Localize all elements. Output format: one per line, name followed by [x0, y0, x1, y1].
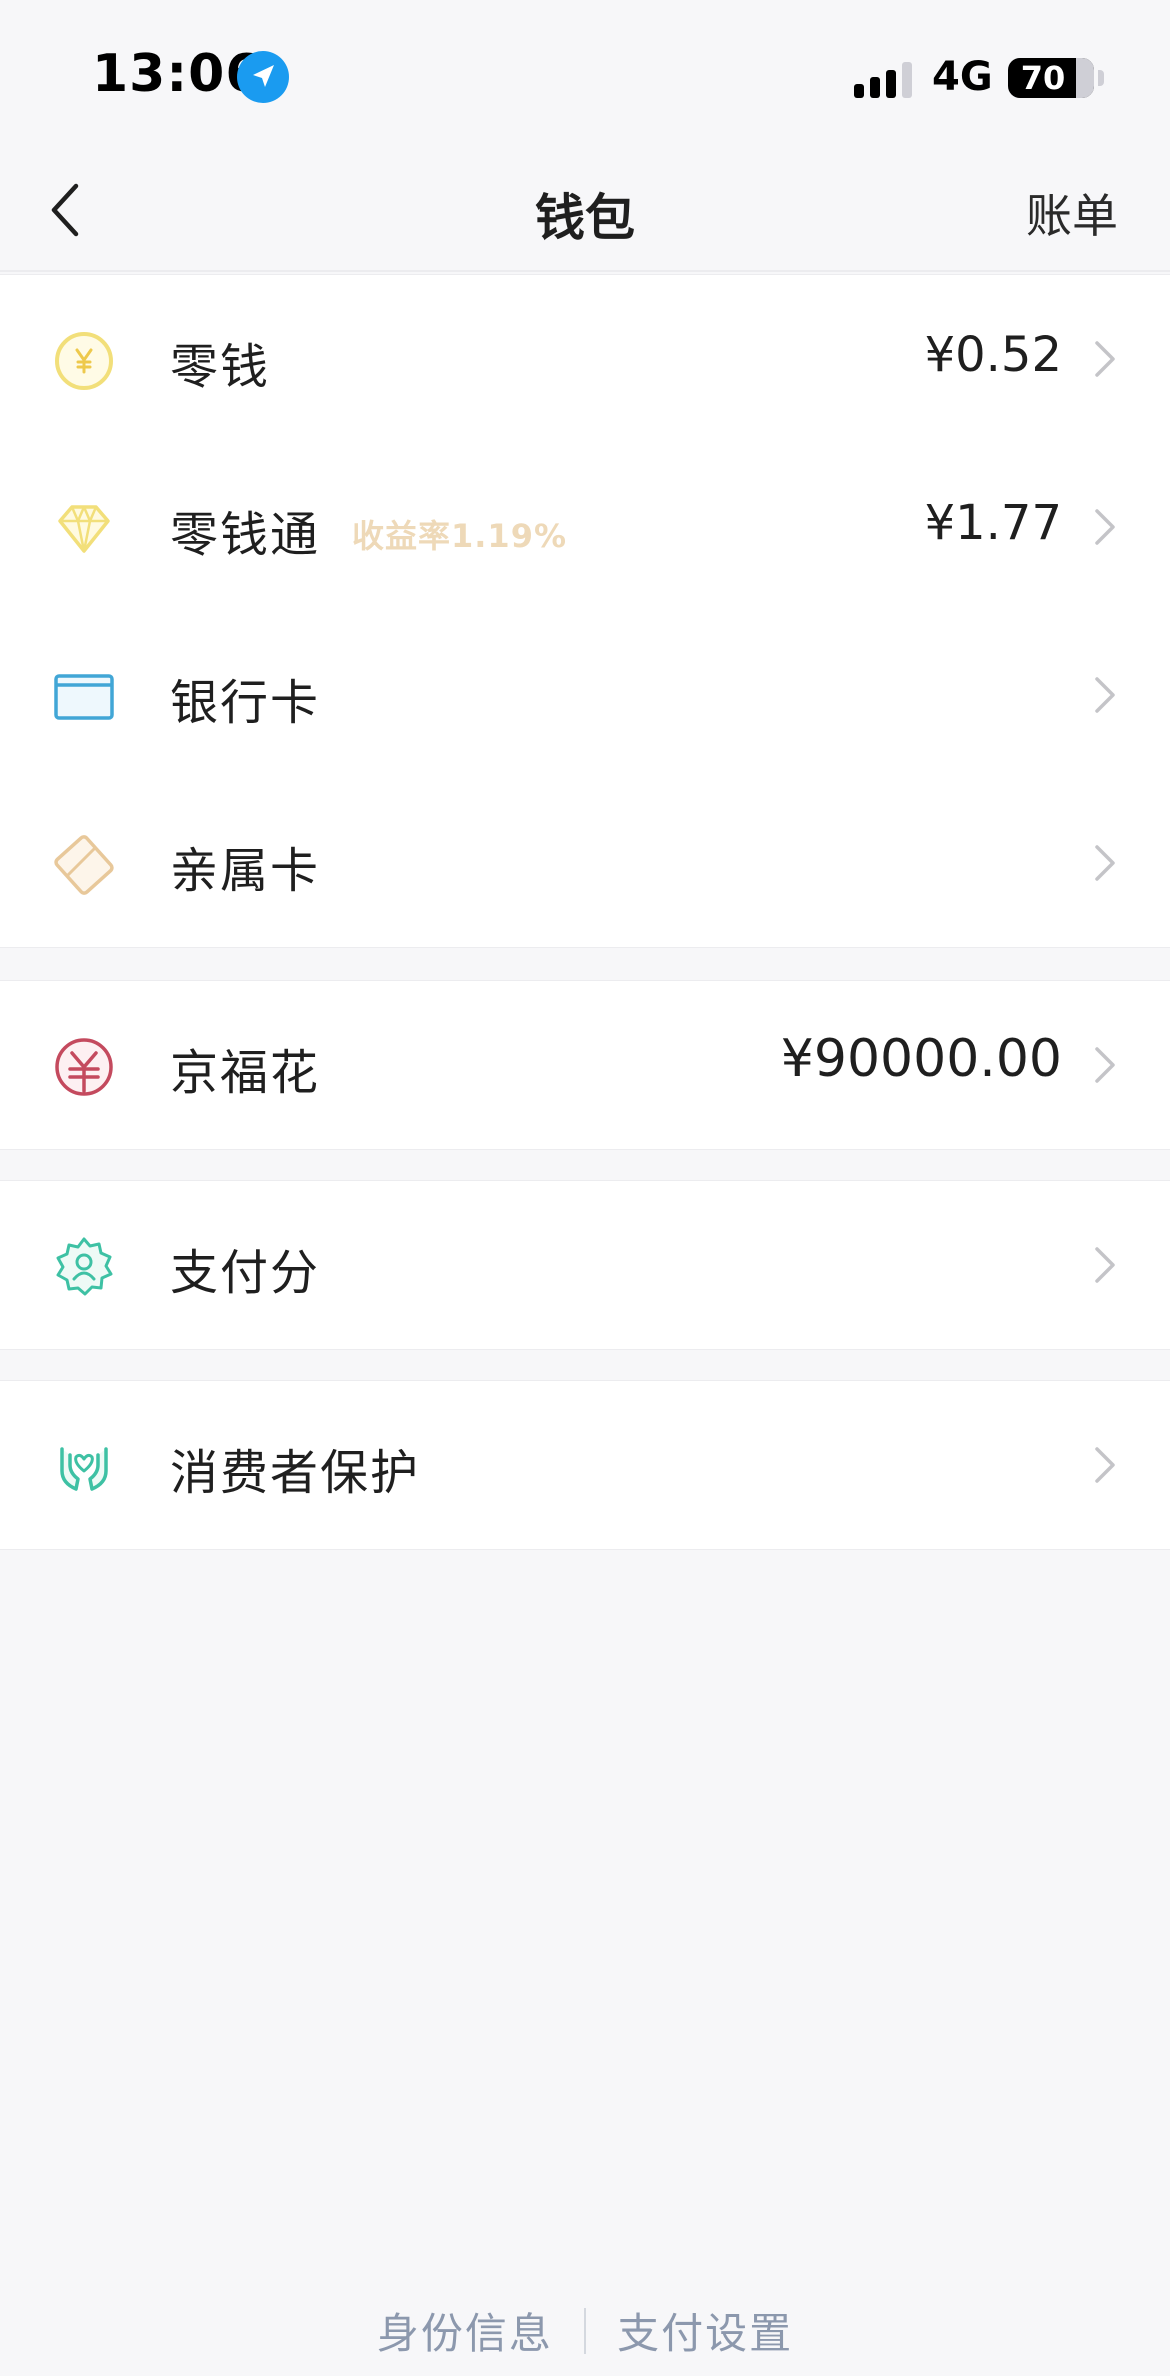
row-label: 零钱	[170, 339, 271, 395]
chevron-right-icon	[1095, 1447, 1115, 1483]
chevron-right-icon	[1095, 1047, 1115, 1083]
row-bank-card[interactable]: 银行卡	[0, 611, 1170, 779]
row-jingfuhua[interactable]: 京福花 ¥90000.00	[0, 981, 1170, 1149]
identity-info-link[interactable]: 身份信息	[377, 2300, 553, 2361]
status-bar: 13:06 4G 70	[0, 0, 1170, 150]
wallet-group-protection: 消费者保护	[0, 1380, 1170, 1550]
chevron-right-icon	[1095, 341, 1115, 377]
bank-card-icon	[54, 674, 114, 720]
battery-cap	[1098, 70, 1104, 86]
footer-links: 身份信息 支付设置	[0, 2300, 1170, 2360]
row-change[interactable]: 零钱 ¥0.52	[0, 275, 1170, 443]
family-card-icon	[54, 835, 114, 895]
pay-score-badge-icon	[56, 1237, 113, 1296]
row-label: 消费者保护	[170, 1445, 421, 1501]
row-family-card[interactable]: 亲属卡	[0, 779, 1170, 947]
consumer-protection-hands-icon	[60, 1447, 108, 1491]
row-label: 零钱通	[170, 507, 321, 563]
chevron-right-icon	[1095, 1247, 1115, 1283]
yield-badge: 收益率1.19%	[352, 517, 568, 555]
chevron-right-icon	[1095, 845, 1115, 881]
footer-divider	[584, 2307, 586, 2354]
page-title: 钱包	[535, 189, 635, 247]
battery-empty-part	[1076, 58, 1094, 98]
row-label: 京福花	[170, 1045, 321, 1101]
row-value: ¥1.77	[924, 495, 1062, 551]
pay-settings-link[interactable]: 支付设置	[617, 2300, 793, 2361]
wallet-group-main: 零钱 ¥0.52 零钱通 收益率1.19% ¥1.77 银行卡 亲属卡	[0, 274, 1170, 948]
row-licaitong[interactable]: 零钱通 收益率1.19% ¥1.77	[0, 443, 1170, 611]
row-consumer-protection[interactable]: 消费者保护	[0, 1381, 1170, 1549]
battery-percent: 70	[1020, 59, 1066, 97]
diamond-icon	[58, 505, 110, 553]
signal-strength-icon	[854, 62, 912, 98]
row-label: 银行卡	[170, 675, 321, 731]
bill-button[interactable]: 账单	[1026, 180, 1118, 246]
location-arrow-icon	[237, 51, 289, 103]
battery-icon: 70	[1008, 58, 1094, 98]
chevron-right-icon	[1095, 677, 1115, 713]
row-label: 支付分	[170, 1245, 321, 1301]
wallet-page: 13:06 4G 70 钱包 账单 零钱 ¥0.52 零钱通 收益率1.19% …	[0, 0, 1170, 2376]
wallet-group-payscore: 支付分	[0, 1180, 1170, 1350]
coin-yen-icon	[55, 332, 113, 390]
wallet-group-jingfuhua: 京福花 ¥90000.00	[0, 980, 1170, 1150]
chevron-right-icon	[1095, 509, 1115, 545]
row-value: ¥90000.00	[780, 1029, 1062, 1089]
network-type: 4G	[932, 54, 993, 100]
row-label: 亲属卡	[170, 843, 321, 899]
nav-bar: 钱包 账单	[0, 150, 1170, 272]
row-value: ¥0.52	[924, 327, 1062, 383]
row-pay-score[interactable]: 支付分	[0, 1181, 1170, 1349]
jingfuhua-yen-icon	[55, 1038, 113, 1096]
